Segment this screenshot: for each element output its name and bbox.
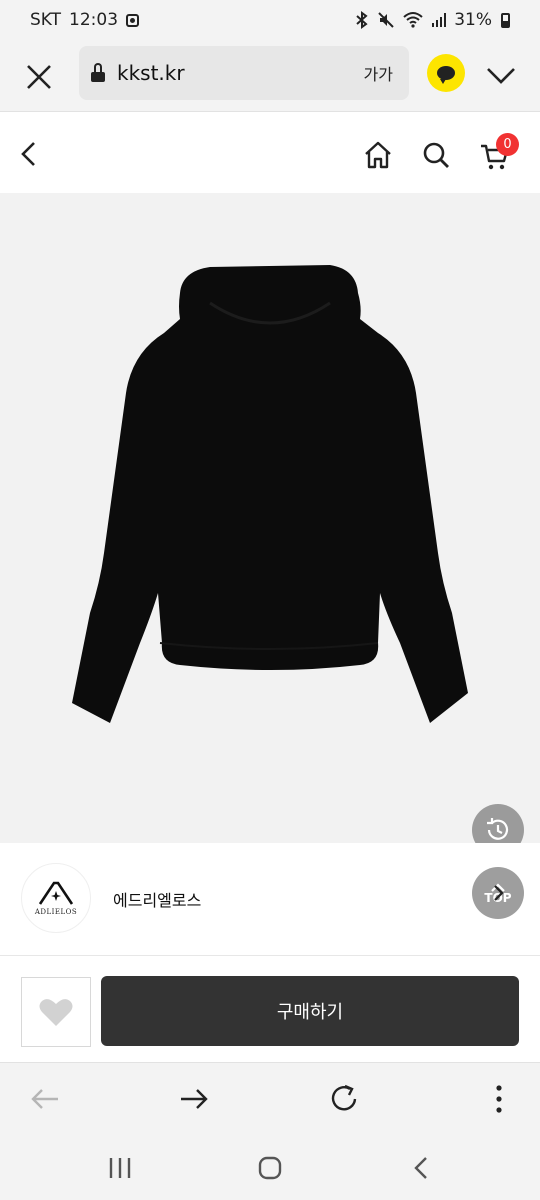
heart-icon xyxy=(39,999,73,1026)
search-icon[interactable] xyxy=(420,139,452,171)
browser-back-icon[interactable] xyxy=(28,1081,62,1117)
font-size-button[interactable]: 가가 xyxy=(364,61,393,85)
shop-logo[interactable]: ADLIELOS xyxy=(21,863,91,933)
scroll-top-button[interactable]: TOP xyxy=(472,867,524,919)
carrier-label: SKT xyxy=(30,10,62,30)
system-nav-bar xyxy=(0,1136,540,1200)
chevron-right-icon xyxy=(494,885,504,901)
back-arrow-icon[interactable] xyxy=(14,137,44,171)
more-menu-icon[interactable] xyxy=(482,1081,516,1117)
browser-nav-bar xyxy=(0,1062,540,1136)
mute-icon xyxy=(378,12,394,28)
status-bar: SKT 12:03 31% xyxy=(0,0,540,40)
address-bar[interactable]: kkst.kr 가가 xyxy=(79,46,409,100)
signal-icon xyxy=(432,13,447,27)
product-image[interactable] xyxy=(0,193,540,843)
chat-bubble-icon xyxy=(437,66,455,84)
bluetooth-icon xyxy=(356,11,368,29)
browser-forward-icon[interactable] xyxy=(177,1081,211,1117)
url-text: kkst.kr xyxy=(117,61,185,85)
lock-icon xyxy=(91,63,105,82)
cart-count-badge: 0 xyxy=(496,133,519,156)
browser-toolbar: kkst.kr 가가 xyxy=(0,40,540,112)
chevron-down-icon[interactable] xyxy=(484,58,518,92)
kakaotalk-share-button[interactable] xyxy=(427,54,465,92)
wifi-icon xyxy=(403,12,423,28)
battery-percent: 31% xyxy=(454,10,492,30)
screen-record-icon xyxy=(126,13,140,27)
shop-info-row[interactable]: ADLIELOS 에드리엘로스 xyxy=(0,843,540,956)
reload-icon[interactable] xyxy=(328,1081,362,1117)
close-icon[interactable] xyxy=(22,60,56,94)
clock: 12:03 xyxy=(69,10,119,30)
home-circle-icon[interactable] xyxy=(255,1154,285,1182)
system-back-icon[interactable] xyxy=(407,1154,437,1182)
recent-apps-icon[interactable] xyxy=(105,1154,135,1182)
hoodie-image xyxy=(72,265,468,723)
buy-button[interactable]: 구매하기 xyxy=(101,976,519,1046)
home-icon[interactable] xyxy=(362,139,394,171)
purchase-bar: 구매하기 xyxy=(0,958,540,1062)
like-button[interactable] xyxy=(21,977,91,1047)
shop-logo-text: ADLIELOS xyxy=(34,907,78,916)
shop-logo-mark-icon xyxy=(38,881,74,905)
history-clock-icon xyxy=(487,818,509,840)
battery-icon xyxy=(501,12,510,28)
app-header: 0 xyxy=(0,113,540,193)
shop-name[interactable]: 에드리엘로스 xyxy=(113,887,201,911)
